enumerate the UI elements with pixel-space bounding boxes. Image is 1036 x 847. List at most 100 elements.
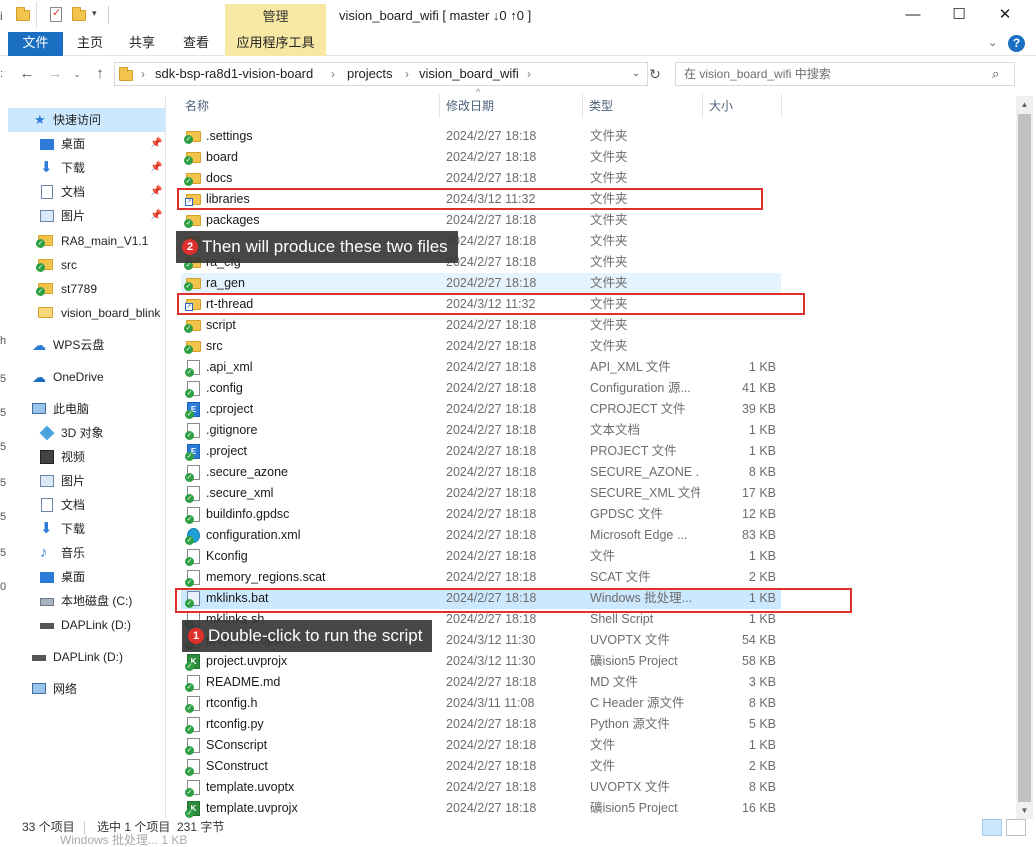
file-row[interactable]: ✓ rtconfig.h 2024/3/11 11:08 C Header 源文件 8 … [181, 693, 781, 714]
file-row[interactable]: ✓ .gitignore 2024/2/27 18:18 文本文档 1 KB [181, 420, 781, 441]
file-row[interactable]: ✓ Kconfig 2024/2/27 18:18 文件 1 KB [181, 546, 781, 567]
file-row[interactable]: ✓ README.md 2024/2/27 18:18 MD 文件 3 KB [181, 672, 781, 693]
sidebar-item-downloads[interactable]: ⬇ 下载 📌 [0, 156, 165, 180]
file-row[interactable]: ✓ .settings 2024/2/27 18:18 文件夹 [181, 126, 781, 147]
column-divider[interactable] [781, 94, 782, 118]
sidebar-item-documents-pc[interactable]: 文档 [0, 493, 165, 517]
new-folder-icon[interactable] [72, 7, 88, 23]
customize-toolbar-icon[interactable]: ▾ [92, 8, 97, 19]
large-icons-view-icon[interactable] [1006, 819, 1026, 836]
minimize-button[interactable]: — [890, 0, 936, 32]
file-row[interactable]: ✓ SConstruct 2024/2/27 18:18 文件 2 KB [181, 756, 781, 777]
help-icon[interactable]: ? [1008, 35, 1025, 52]
address-bar[interactable]: › sdk-bsp-ra8d1-vision-board › projects … [114, 62, 648, 86]
sidebar-item-local-disk[interactable]: 本地磁盘 (C:) [0, 589, 165, 613]
tab-view[interactable]: 查看 [174, 32, 218, 56]
file-row[interactable]: ✓ .config 2024/2/27 18:18 Configuration 源..… [181, 378, 781, 399]
file-row[interactable]: ✓ .api_xml 2024/2/27 18:18 API_XML 文件 1 KB [181, 357, 781, 378]
file-date: 2024/2/27 18:18 [446, 360, 537, 374]
vertical-scrollbar[interactable]: ▲ ▼ [1016, 96, 1033, 819]
file-row[interactable]: K ✓ project.uvprojx 2024/3/12 11:30 礦ision5 … [181, 651, 781, 672]
sidebar-item-vision-board-blink[interactable]: vision_board_blink [0, 301, 165, 325]
scroll-down-icon[interactable]: ▼ [1016, 802, 1033, 819]
search-input[interactable] [684, 64, 984, 84]
sidebar-item-daplink[interactable]: DAPLink (D:) [0, 645, 165, 669]
maximize-button[interactable]: ☐ [936, 0, 982, 32]
column-divider[interactable] [702, 94, 703, 118]
file-row[interactable]: ✓ src 2024/2/27 18:18 文件夹 [181, 336, 781, 357]
details-view-icon[interactable] [982, 819, 1002, 836]
column-divider[interactable] [439, 94, 440, 118]
column-size[interactable]: 大小 [709, 94, 733, 118]
file-row[interactable]: K ✓ template.uvprojx 2024/2/27 18:18 礦ision5… [181, 798, 781, 819]
forward-arrow-icon[interactable]: → [46, 66, 64, 82]
file-row[interactable]: ✓ rtconfig.py 2024/2/27 18:18 Python 源文件 5 K… [181, 714, 781, 735]
sidebar-item-3d-objects[interactable]: 3D 对象 [0, 421, 165, 445]
manage-context-tab[interactable]: 管理 [225, 4, 326, 32]
chevron-down-icon[interactable]: ⌄ [627, 63, 645, 85]
back-arrow-icon[interactable]: ← [18, 66, 36, 82]
tab-home[interactable]: 主页 [68, 32, 112, 56]
column-divider[interactable] [582, 94, 583, 118]
file-row[interactable]: ✓ ra_gen 2024/2/27 18:18 文件夹 [181, 273, 781, 294]
file-row[interactable]: ✓ configuration.xml 2024/2/27 18:18 Microso… [181, 525, 781, 546]
file-row[interactable]: ✓ buildinfo.gpdsc 2024/2/27 18:18 GPDSC 文件 1… [181, 504, 781, 525]
breadcrumb-separator[interactable]: › [405, 63, 409, 85]
breadcrumb-separator[interactable]: › [141, 63, 145, 85]
file-row[interactable]: ✓ board 2024/2/27 18:18 文件夹 [181, 147, 781, 168]
file-row[interactable]: E ✓ .cproject 2024/2/27 18:18 CPROJECT 文件 39 … [181, 399, 781, 420]
file-row[interactable]: ✓ docs 2024/2/27 18:18 文件夹 [181, 168, 781, 189]
file-row[interactable]: E ✓ .project 2024/2/27 18:18 PROJECT 文件 1 KB [181, 441, 781, 462]
up-arrow-icon[interactable]: ↑ [91, 66, 109, 82]
sidebar-item-music[interactable]: ♪ 音乐 [0, 541, 165, 565]
properties-icon[interactable] [50, 6, 66, 23]
sidebar-item-src[interactable]: ✓ src [0, 253, 165, 277]
sidebar-item-daplink-pc[interactable]: DAPLink (D:) [0, 613, 165, 637]
folder-icon[interactable] [16, 7, 32, 23]
file-row[interactable]: ✓ .secure_azone 2024/2/27 18:18 SECURE_AZON… [181, 462, 781, 483]
pin-icon[interactable]: 📌 [150, 132, 162, 156]
breadcrumb-projects[interactable]: projects [347, 63, 393, 85]
tab-share[interactable]: 共享 [120, 32, 164, 56]
sidebar-item-pictures-pc[interactable]: 图片 [0, 469, 165, 493]
tab-file[interactable]: 文件 [8, 32, 63, 56]
sidebar-item-wps[interactable]: ☁ WPS云盘 [0, 333, 165, 357]
chevron-down-icon[interactable]: ⌄ [988, 36, 1002, 50]
column-type[interactable]: 类型 [589, 94, 613, 118]
sidebar-item-ra8-main[interactable]: ✓ RA8_main_V1.1 [0, 229, 165, 253]
sidebar-item-desktop-pc[interactable]: 桌面 [0, 565, 165, 589]
refresh-icon[interactable]: ↻ [646, 63, 664, 85]
sidebar-item-pictures[interactable]: 图片 📌 [0, 204, 165, 228]
breadcrumb-sdk[interactable]: sdk-bsp-ra8d1-vision-board [155, 63, 313, 85]
sidebar-item-quick-access[interactable]: ★ 快速访问 [8, 108, 165, 132]
sidebar-item-downloads-pc[interactable]: ⬇ 下载 [0, 517, 165, 541]
column-name[interactable]: 名称 [185, 94, 209, 118]
close-button[interactable]: ✕ [982, 0, 1028, 32]
file-row[interactable]: ✓ memory_regions.scat 2024/2/27 18:18 SCAT … [181, 567, 781, 588]
pin-icon[interactable]: 📌 [150, 156, 162, 180]
tab-application-tools[interactable]: 应用程序工具 [225, 32, 326, 56]
pin-icon[interactable]: 📌 [150, 180, 162, 204]
breadcrumb-separator[interactable]: › [331, 63, 335, 85]
file-row[interactable]: ✓ packages 2024/2/27 18:18 文件夹 [181, 210, 781, 231]
recent-locations-icon[interactable]: ⌄ [68, 66, 86, 82]
scroll-thumb[interactable] [1018, 114, 1031, 802]
sidebar-item-desktop[interactable]: 桌面 📌 [0, 132, 165, 156]
sidebar-item-this-pc[interactable]: 此电脑 [0, 397, 165, 421]
sidebar-item-network[interactable]: 网络 [0, 677, 165, 701]
scroll-up-icon[interactable]: ▲ [1016, 96, 1033, 113]
sidebar-item-documents[interactable]: 文档 📌 [0, 180, 165, 204]
pin-icon[interactable]: 📌 [150, 204, 162, 228]
breadcrumb-separator[interactable]: › [527, 63, 531, 85]
sidebar-item-onedrive[interactable]: ☁ OneDrive [0, 365, 165, 389]
file-row[interactable]: ✓ SConscript 2024/2/27 18:18 文件 1 KB [181, 735, 781, 756]
file-row[interactable]: ✓ template.uvoptx 2024/2/27 18:18 UVOPTX 文件… [181, 777, 781, 798]
breadcrumb-vision-board-wifi[interactable]: vision_board_wifi [419, 63, 519, 85]
sidebar-item-st7789[interactable]: ✓ st7789 [0, 277, 165, 301]
file-row[interactable]: ✓ .secure_xml 2024/2/27 18:18 SECURE_XML 文件… [181, 483, 781, 504]
sidebar-item-videos[interactable]: 视频 [0, 445, 165, 469]
column-date[interactable]: 修改日期 [446, 94, 494, 118]
search-icon[interactable]: ⌕ [992, 66, 1006, 81]
file-row[interactable]: ✓ script 2024/2/27 18:18 文件夹 [181, 315, 781, 336]
search-box[interactable]: ⌕ [675, 62, 1015, 86]
